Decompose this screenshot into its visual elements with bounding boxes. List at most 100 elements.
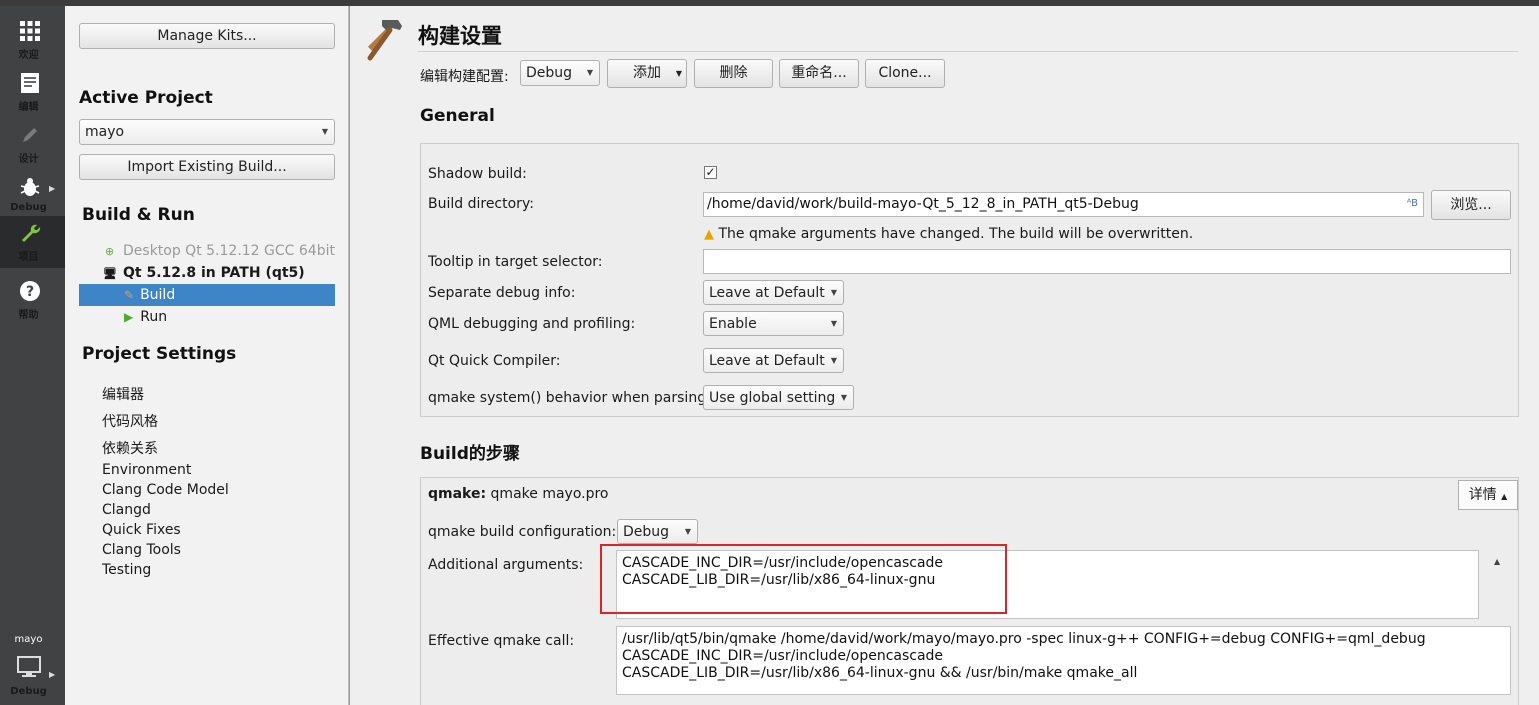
mode-design[interactable]: 设计 bbox=[0, 118, 65, 170]
mode-welcome[interactable]: 欢迎 bbox=[0, 14, 65, 66]
details-toggle[interactable]: 详情 ▲ bbox=[1458, 480, 1518, 510]
arrow-right-icon: ▶ bbox=[49, 670, 56, 679]
chevron-down-icon: ▼ bbox=[830, 356, 837, 365]
play-icon: ▶ bbox=[124, 310, 134, 324]
kit-build-mode: Debug bbox=[10, 686, 47, 697]
delete-config-button[interactable]: 删除 bbox=[694, 59, 773, 88]
settings-item-editor[interactable]: 编辑器 bbox=[102, 384, 144, 404]
kit-item-qt5[interactable]: 🖥 Qt 5.12.8 in PATH (qt5) bbox=[103, 265, 305, 281]
monitor-icon bbox=[17, 656, 41, 677]
build-config-value: Debug bbox=[526, 65, 573, 81]
sep-debug-label: Separate debug info: bbox=[428, 285, 576, 301]
title-divider bbox=[418, 51, 1518, 52]
settings-item-testing[interactable]: Testing bbox=[102, 562, 151, 578]
chevron-down-icon: ▼ bbox=[675, 69, 682, 78]
warning-icon: ▲ bbox=[704, 227, 714, 242]
build-item-selected[interactable] bbox=[79, 284, 335, 306]
kit-item-label: Qt 5.12.8 in PATH (qt5) bbox=[123, 265, 305, 281]
page-title: 构建设置 bbox=[418, 24, 502, 48]
chevron-down-icon: ▼ bbox=[684, 527, 691, 536]
chevron-down-icon: ▼ bbox=[586, 68, 593, 77]
browse-button[interactable]: 浏览... bbox=[1431, 190, 1511, 220]
qml-debug-combo[interactable]: Enable ▼ bbox=[703, 311, 844, 336]
project-combo-value: mayo bbox=[85, 124, 125, 140]
arrow-right-icon: ▶ bbox=[49, 184, 56, 193]
build-dir-value: /home/david/work/build-mayo-Qt_5_12_8_in… bbox=[707, 196, 1139, 212]
warning-text: The qmake arguments have changed. The bu… bbox=[718, 226, 1194, 242]
mode-label: 欢迎 bbox=[18, 50, 39, 61]
mode-bar: 欢迎 编辑 设计 ▶ Debug 项目 ? 帮助 mayo ▶ Debug bbox=[0, 6, 65, 705]
run-item[interactable]: ▶ Run bbox=[124, 309, 167, 325]
qmake-build-config-value: Debug bbox=[623, 524, 670, 540]
tooltip-field[interactable] bbox=[703, 249, 1511, 274]
build-item[interactable]: ✎ Build bbox=[124, 287, 175, 303]
quick-compiler-label: Qt Quick Compiler: bbox=[428, 353, 561, 369]
qmake-warning: ▲ The qmake arguments have changed. The … bbox=[704, 226, 1193, 242]
kit-item-desktop[interactable]: ⊕ Desktop Qt 5.12.12 GCC 64bit bbox=[105, 243, 335, 259]
qml-debug-value: Enable bbox=[709, 316, 757, 332]
chevron-down-icon: ▼ bbox=[321, 127, 328, 136]
move-up-icon[interactable]: ▲ bbox=[1494, 557, 1500, 566]
mode-projects[interactable]: 项目 bbox=[0, 216, 65, 268]
settings-item-code-style[interactable]: 代码风格 bbox=[102, 411, 158, 431]
mode-help[interactable]: ? 帮助 bbox=[0, 274, 65, 326]
mode-debug[interactable]: ▶ Debug bbox=[0, 170, 65, 222]
svg-text:?: ? bbox=[26, 284, 34, 300]
active-project-title: Active Project bbox=[79, 88, 213, 108]
build-dir-field[interactable]: /home/david/work/build-mayo-Qt_5_12_8_in… bbox=[703, 192, 1424, 217]
pencil-icon bbox=[23, 128, 37, 142]
kit-item-label: Desktop Qt 5.12.12 GCC 64bit bbox=[123, 243, 335, 259]
import-build-button[interactable]: Import Existing Build... bbox=[79, 154, 335, 180]
quick-compiler-combo[interactable]: Leave at Default ▼ bbox=[703, 348, 844, 373]
details-label: 详情 bbox=[1468, 487, 1497, 503]
mode-label: 项目 bbox=[18, 252, 39, 263]
mode-edit[interactable]: 编辑 bbox=[0, 66, 65, 118]
chevron-down-icon: ▼ bbox=[830, 288, 837, 297]
build-run-title: Build & Run bbox=[82, 205, 195, 225]
highlight-annotation bbox=[600, 544, 1007, 614]
qmake-system-combo[interactable]: Use global setting ▼ bbox=[703, 385, 854, 410]
shadow-build-label: Shadow build: bbox=[428, 166, 527, 182]
settings-item-clang-code-model[interactable]: Clang Code Model bbox=[102, 482, 229, 498]
shadow-build-checkbox[interactable]: ✓ bbox=[704, 166, 717, 179]
kit-add-icon: ⊕ bbox=[105, 245, 115, 258]
project-combo[interactable]: mayo ▼ bbox=[79, 119, 335, 145]
rename-config-button[interactable]: 重命名... bbox=[779, 59, 859, 88]
run-item-label: Run bbox=[140, 309, 168, 325]
settings-item-clangd[interactable]: Clangd bbox=[102, 502, 151, 518]
edit-config-label: 编辑构建配置: bbox=[420, 69, 509, 85]
settings-item-clang-tools[interactable]: Clang Tools bbox=[102, 542, 181, 558]
qmake-system-label: qmake system() behavior when parsing: bbox=[428, 390, 711, 406]
kit-project-name: mayo bbox=[14, 634, 43, 645]
chevron-down-icon: ▼ bbox=[830, 319, 837, 328]
sep-debug-value: Leave at Default bbox=[709, 285, 825, 301]
general-group bbox=[420, 143, 1519, 417]
manage-kits-button[interactable]: Manage Kits... bbox=[79, 23, 335, 49]
settings-item-dependencies[interactable]: 依赖关系 bbox=[102, 438, 158, 458]
qml-debug-label: QML debugging and profiling: bbox=[428, 316, 636, 332]
mode-label: Debug bbox=[10, 202, 47, 213]
hammer-small-icon: ✎ bbox=[124, 288, 135, 302]
add-config-label: 添加 bbox=[633, 65, 661, 81]
step-summary: qmake mayo.pro bbox=[490, 486, 609, 502]
settings-item-environment[interactable]: Environment bbox=[102, 462, 191, 478]
mode-label: 编辑 bbox=[18, 102, 39, 113]
quick-compiler-value: Leave at Default bbox=[709, 353, 825, 369]
sep-debug-combo[interactable]: Leave at Default ▼ bbox=[703, 280, 844, 305]
build-config-combo[interactable]: Debug ▼ bbox=[520, 60, 600, 86]
document-icon bbox=[21, 73, 39, 93]
step-name: qmake: bbox=[428, 486, 487, 502]
chevron-down-icon: ▼ bbox=[840, 393, 847, 402]
effective-call-field[interactable]: /usr/lib/qt5/bin/qmake /home/david/work/… bbox=[616, 626, 1511, 695]
monitor-icon: 🖥 bbox=[103, 267, 117, 280]
help-icon: ? bbox=[20, 281, 40, 301]
kit-selector[interactable]: ▶ Debug bbox=[0, 650, 65, 702]
additional-args-label: Additional arguments: bbox=[428, 557, 584, 573]
mode-label: 设计 bbox=[18, 154, 39, 165]
build-item-label: Build bbox=[140, 287, 176, 303]
qmake-build-config-combo[interactable]: Debug ▼ bbox=[617, 519, 698, 544]
settings-item-quick-fixes[interactable]: Quick Fixes bbox=[102, 522, 181, 538]
variables-icon: ᴬB bbox=[1406, 198, 1418, 209]
add-config-button[interactable]: 添加 ▼ bbox=[607, 59, 687, 88]
clone-config-button[interactable]: Clone... bbox=[865, 59, 945, 88]
